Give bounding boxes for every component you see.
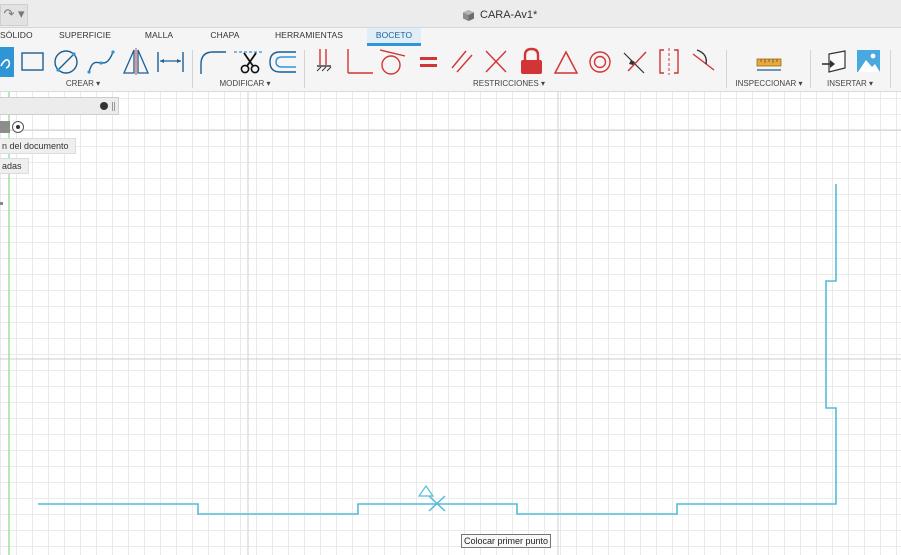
midpoint-icon[interactable] [623, 51, 647, 74]
circle-icon[interactable] [54, 50, 78, 74]
tangent-icon[interactable] [379, 49, 406, 75]
fit-point-spline-icon[interactable] [87, 50, 115, 74]
perpendicular-icon[interactable] [347, 49, 373, 74]
concentric-icon[interactable] [589, 51, 611, 73]
modificar-menu[interactable]: MODIFICAR ▾ [212, 79, 278, 88]
crear-menu[interactable]: CREAR ▾ [52, 79, 114, 88]
horizontal-vertical-icon[interactable] [316, 49, 332, 72]
toolbar-separator [304, 50, 305, 88]
symmetry-icon[interactable] [659, 48, 679, 75]
triangle-icon[interactable] [553, 50, 579, 74]
browser-item-named-views[interactable]: adas [0, 158, 29, 174]
toolbar-separator [192, 50, 193, 88]
offset-icon[interactable] [269, 51, 296, 73]
cursor-icon [417, 484, 446, 512]
tab-superficie[interactable]: SUPERFICIE [52, 28, 118, 46]
title-bar: ↷ ▾ CARA-Av1* [0, 0, 901, 28]
tab-boceto[interactable]: BOCETO [367, 28, 421, 46]
tab-malla[interactable]: MALLA [136, 28, 182, 46]
insert-derive-icon[interactable] [822, 50, 846, 73]
sketch-profile[interactable] [38, 184, 837, 515]
fix-icon[interactable] [521, 47, 542, 74]
box-icon [463, 9, 474, 21]
browser-marker [0, 202, 3, 205]
fillet-icon[interactable] [200, 51, 226, 74]
smooth-icon[interactable] [692, 49, 715, 71]
tab-chapa[interactable]: CHAPA [201, 28, 249, 46]
measure-icon[interactable] [756, 58, 782, 71]
document-title: CARA-Av1* [480, 9, 538, 21]
browser-item-document-settings[interactable]: n del documento [0, 138, 76, 154]
sketch-toolbar: CREAR ▾ MODIFICAR ▾ RESTRICCIONES ▾ INSP… [0, 46, 901, 92]
cursor-tooltip: Colocar primer punto [461, 534, 552, 548]
inspeccionar-menu[interactable]: INSPECCIONAR ▾ [731, 79, 807, 88]
equal-icon[interactable] [420, 57, 437, 67]
browser-row-units [0, 121, 26, 135]
redo-dropdown-button[interactable]: ↷ ▾ [0, 4, 28, 26]
triangle-mirror-icon[interactable] [123, 48, 149, 75]
parallel-icon[interactable] [451, 50, 473, 73]
toolbar-separator [810, 50, 811, 88]
insert-image-icon[interactable] [857, 50, 880, 72]
insertar-menu[interactable]: INSERTAR ▾ [822, 79, 878, 88]
toolbar-separator [890, 50, 891, 88]
rectangle-icon[interactable] [21, 52, 44, 71]
spline-icon[interactable] [0, 47, 14, 77]
tab-herramientas[interactable]: HERRAMIENTAS [268, 28, 350, 46]
browser-header[interactable] [0, 97, 119, 115]
visibility-icon[interactable] [0, 121, 10, 133]
toolbar-separator [726, 50, 727, 88]
trim-icon[interactable] [234, 51, 262, 74]
workspace-tabs: SÓLIDO SUPERFICIE MALLA CHAPA HERRAMIENT… [0, 28, 901, 46]
sketch-canvas[interactable]: n del documento adas Colocar primer punt… [0, 92, 901, 555]
collapse-icon[interactable] [100, 102, 108, 110]
dimension-icon[interactable] [157, 52, 184, 72]
active-radio-icon[interactable] [12, 121, 24, 133]
coincident-icon[interactable] [485, 50, 507, 73]
panel-grip-icon[interactable] [112, 102, 115, 111]
document-title-area: CARA-Av1* [462, 7, 537, 23]
tab-solido[interactable]: SÓLIDO [0, 28, 34, 46]
restricciones-menu[interactable]: RESTRICCIONES ▾ [464, 79, 554, 88]
